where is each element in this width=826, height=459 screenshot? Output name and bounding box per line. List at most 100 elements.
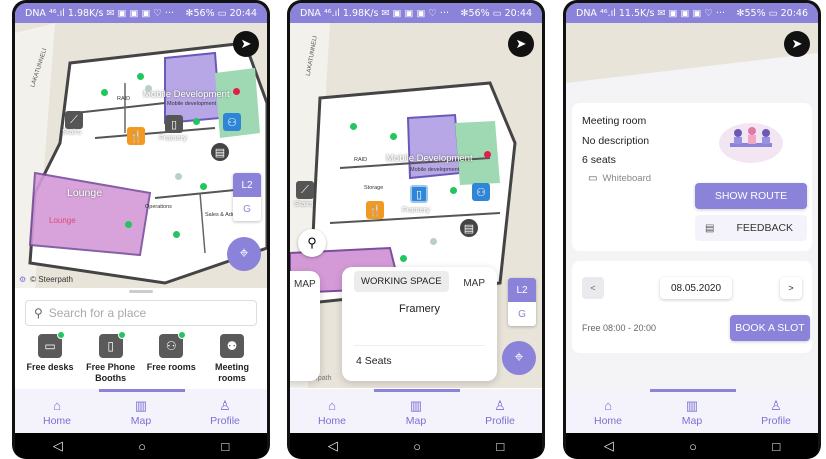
profile-icon: ♙: [219, 398, 231, 413]
map-icon: ▥: [134, 398, 148, 413]
home-circle-icon[interactable]: ○: [413, 439, 421, 454]
floor-g-button[interactable]: G: [233, 197, 261, 221]
room-label-lounge: Lounge: [67, 187, 103, 199]
status-left: DNA ⁴⁶.ıl 1.98K/s ✉ ▣ ▣ ▣ ♡ ···: [25, 7, 174, 19]
next-day-button[interactable]: >: [780, 277, 802, 299]
phone-booth-icon[interactable]: ▯: [165, 115, 183, 133]
compass-icon[interactable]: ➤: [508, 31, 534, 57]
tab-map[interactable]: ▥ Map: [381, 399, 451, 428]
space-seats: 4 Seats: [356, 355, 392, 367]
phone-map-view: DNA ⁴⁶.ıl 1.98K/s ✉ ▣ ▣ ▣ ♡ ··· ✻56% ▭ 2…: [12, 0, 270, 459]
tab-home-label: Home: [42, 415, 71, 427]
room-icon: ⚇: [159, 331, 187, 358]
category-free-desks[interactable]: ▭ Free desks: [21, 331, 79, 384]
profile-icon: ♙: [770, 398, 782, 413]
desk-free-dot[interactable]: [450, 187, 457, 194]
status-bar: DNA ⁴⁶.ıl 1.98K/s ✉ ▣ ▣ ▣ ♡ ··· ✻56% ▭ 2…: [290, 3, 542, 23]
phone-working-space-view: DNA ⁴⁶.ıl 1.98K/s ✉ ▣ ▣ ▣ ♡ ··· ✻56% ▭ 2…: [287, 0, 545, 459]
desk-unknown-dot[interactable]: [145, 85, 152, 92]
room-title: Meeting room: [582, 115, 647, 127]
desk-free-dot[interactable]: [193, 118, 200, 125]
active-tab-indicator: [650, 389, 736, 392]
desk-free-dot[interactable]: [200, 183, 207, 190]
locate-me-button[interactable]: ⌖: [502, 341, 536, 375]
category-meeting-rooms[interactable]: ⚉ Meeting rooms: [203, 334, 261, 384]
floor-l2-button[interactable]: L2: [508, 278, 536, 302]
adjacent-card-map-label: MAP: [294, 279, 316, 290]
desk-busy-dot[interactable]: [484, 151, 491, 158]
tab-map[interactable]: ▥ Map: [657, 398, 727, 428]
restroom-icon[interactable]: ⚇: [472, 183, 490, 201]
tab-profile[interactable]: ♙ Profile: [465, 399, 535, 428]
desk-free-dot[interactable]: [125, 221, 132, 228]
room-description: No description: [582, 135, 650, 147]
desk-free-dot[interactable]: [390, 133, 397, 140]
desk-free-dot[interactable]: [400, 255, 407, 262]
tab-map-label: Map: [681, 415, 703, 427]
desk-free-dot[interactable]: [173, 231, 180, 238]
tab-home[interactable]: ⌂ Home: [22, 399, 92, 428]
tab-home[interactable]: ⌂ Home: [573, 399, 643, 428]
home-icon: ⌂: [328, 398, 336, 413]
show-route-button[interactable]: SHOW ROUTE: [695, 183, 807, 209]
status-left: DNA ⁴⁶.ıl 1.98K/s ✉ ▣ ▣ ▣ ♡ ···: [300, 7, 449, 19]
floor-map[interactable]: LAKATUNNELI Mobile Development Mobile de…: [15, 23, 267, 288]
drag-handle[interactable]: [129, 290, 153, 293]
tab-home[interactable]: ⌂ Home: [297, 398, 367, 428]
compass-icon[interactable]: ➤: [233, 31, 259, 57]
map-icon: ▥: [685, 398, 699, 413]
desk-unknown-dot[interactable]: [430, 238, 437, 245]
restaurant-icon[interactable]: 🍴: [366, 201, 384, 219]
printer-icon[interactable]: ▤: [460, 219, 478, 237]
restroom-icon[interactable]: ⚇: [223, 113, 241, 131]
status-left: DNA ⁴⁶.ıl 11.5K/s ✉ ▣ ▣ ▣ ♡ ···: [576, 7, 725, 19]
locate-me-button[interactable]: ⌖: [227, 237, 261, 271]
recents-icon[interactable]: □: [496, 439, 504, 454]
whiteboard-icon: ▭: [588, 173, 598, 184]
desk-free-dot[interactable]: [101, 89, 108, 96]
recents-icon[interactable]: □: [772, 439, 780, 454]
desk-icon: ▭: [38, 331, 65, 358]
room-seats: 6 seats: [582, 154, 616, 166]
card-map-button[interactable]: MAP: [463, 278, 485, 289]
tab-profile[interactable]: ♙ Profile: [741, 398, 811, 428]
book-slot-button[interactable]: BOOK A SLOT: [730, 315, 810, 341]
desk-free-dot[interactable]: [137, 73, 144, 80]
feedback-button[interactable]: ▤ FEEDBACK: [695, 215, 807, 241]
map-search-button[interactable]: ⚲: [298, 229, 326, 257]
prev-day-button[interactable]: <: [582, 277, 604, 299]
recents-icon[interactable]: □: [221, 439, 229, 454]
compass-icon[interactable]: ➤: [784, 31, 810, 57]
restaurant-icon[interactable]: 🍴: [127, 127, 145, 145]
desk-busy-dot[interactable]: [233, 88, 240, 95]
category-free-phone-booths[interactable]: ▯ Free Phone Booths: [82, 331, 140, 384]
category-free-rooms[interactable]: ⚇ Free rooms: [142, 331, 200, 384]
home-circle-icon[interactable]: ○: [138, 439, 146, 454]
working-space-card[interactable]: WORKING SPACE MAP Framery 4 Seats: [342, 267, 497, 381]
phone-booth-icon[interactable]: ▯: [410, 185, 428, 203]
tab-profile[interactable]: ♙ Profile: [190, 398, 260, 428]
screen: DNA ⁴⁶.ıl 1.98K/s ✉ ▣ ▣ ▣ ♡ ··· ✻56% ▭ 2…: [290, 3, 542, 459]
back-icon[interactable]: ◁: [604, 438, 614, 454]
date-display[interactable]: 08.05.2020: [660, 277, 732, 299]
search-bar[interactable]: ⚲ Search for a place: [25, 300, 257, 326]
card-divider: [354, 345, 485, 346]
desk-free-dot[interactable]: [350, 123, 357, 130]
floor-selector: L2 G: [508, 278, 536, 326]
stairs-icon[interactable]: ⟋: [296, 181, 314, 199]
home-circle-icon[interactable]: ○: [689, 439, 697, 454]
feedback-label: FEEDBACK: [736, 222, 794, 234]
settings-icon[interactable]: ⚙: [19, 275, 26, 284]
adjacent-card[interactable]: MAP: [290, 271, 320, 381]
tab-map[interactable]: ▥ Map: [106, 398, 176, 428]
android-nav-bar: ◁ ○ □: [566, 433, 818, 459]
back-icon[interactable]: ◁: [328, 438, 338, 454]
map-strip[interactable]: ➤: [566, 23, 818, 83]
printer-icon[interactable]: ▤: [211, 143, 229, 161]
desk-unknown-dot[interactable]: [175, 173, 182, 180]
floor-g-button[interactable]: G: [508, 302, 536, 326]
search-input[interactable]: Search for a place: [49, 306, 146, 320]
back-icon[interactable]: ◁: [53, 438, 63, 454]
room-label-storage: Storage: [364, 185, 384, 191]
floor-l2-button[interactable]: L2: [233, 173, 261, 197]
